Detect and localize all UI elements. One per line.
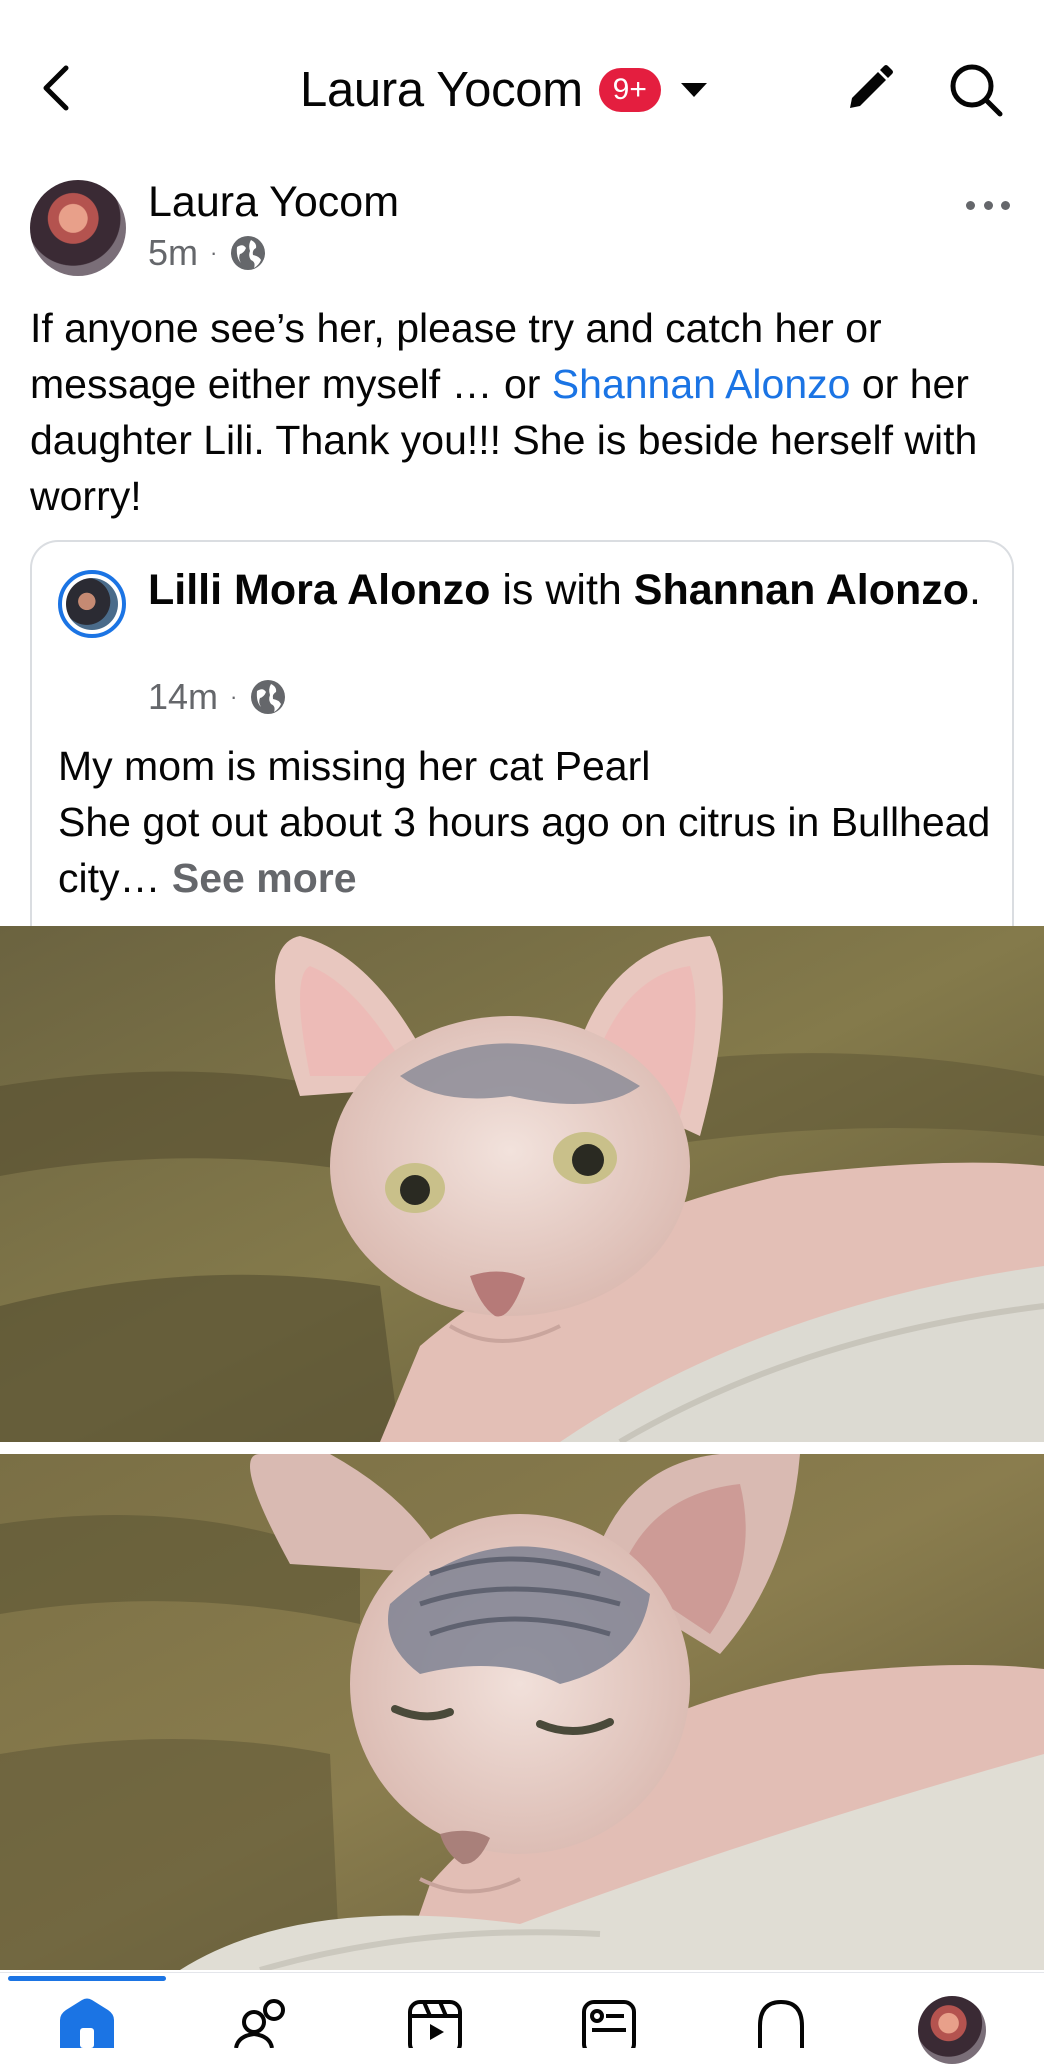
globe-icon (231, 236, 266, 270)
friends-icon (234, 1999, 285, 2049)
author-avatar[interactable] (30, 180, 126, 276)
post-time[interactable]: 5m (148, 232, 198, 274)
meta-separator: · (210, 240, 218, 265)
caret-down-icon (680, 83, 707, 97)
cat-image (0, 926, 1044, 1442)
post-meta: 5m · (148, 232, 267, 274)
notification-badge: 9+ (598, 68, 661, 112)
cat-image (0, 1454, 1044, 1970)
video-icon (408, 2000, 462, 2056)
post-text: If anyone see’s her, please try and catc… (30, 300, 1020, 524)
dot-icon (966, 200, 975, 210)
edit-button[interactable] (840, 62, 896, 118)
with-text: is with (490, 566, 634, 614)
cat-photo-1[interactable] (0, 926, 1044, 1442)
bell-icon (758, 1999, 804, 2048)
period: . (969, 566, 981, 614)
see-more-link[interactable]: See more (172, 855, 357, 901)
nav-notifications[interactable] (746, 1996, 816, 2048)
nav-home[interactable] (52, 1996, 122, 2048)
shared-post-text: My mom is missing her cat Pearl She got … (58, 738, 998, 906)
cat-photo-2[interactable] (0, 1454, 1044, 1970)
nav-marketplace[interactable] (574, 1996, 644, 2056)
nav-friends[interactable] (230, 1996, 300, 2049)
shared-post-meta: 14m · (148, 676, 287, 718)
nav-profile[interactable] (918, 1996, 988, 2064)
chevron-left-icon (43, 65, 69, 111)
meta-separator: · (230, 684, 238, 709)
bottom-navigation (0, 1972, 1044, 2049)
back-button[interactable] (30, 58, 86, 118)
shared-post-header: Lilli Mora Alonzo is with Shannan Alonzo… (148, 562, 988, 618)
dot-icon (1001, 200, 1010, 210)
home-icon (60, 1998, 114, 2048)
mention-link[interactable]: Shannan Alonzo (552, 361, 851, 407)
more-options-button[interactable] (966, 190, 1010, 220)
pencil-icon (850, 65, 893, 108)
post-author[interactable]: Laura Yocom (148, 178, 399, 227)
tagged-person[interactable]: Shannan Alonzo (634, 566, 969, 614)
nav-video[interactable] (400, 1996, 470, 2056)
shared-text-line: My mom is missing her cat Pearl (58, 743, 651, 789)
dot-icon (983, 200, 993, 210)
marketplace-icon (582, 2000, 636, 2056)
search-button[interactable] (946, 60, 1006, 120)
search-icon (950, 64, 1003, 117)
page-title: Laura Yocom (300, 63, 583, 117)
shared-post-time[interactable]: 14m (148, 676, 218, 718)
profile-avatar (918, 1996, 986, 2064)
shared-author[interactable]: Lilli Mora Alonzo (148, 566, 490, 614)
shared-author-avatar[interactable] (58, 570, 126, 638)
globe-icon (251, 680, 286, 714)
profile-title-dropdown[interactable]: Laura Yocom 9+ (300, 58, 707, 122)
active-tab-indicator (8, 1976, 166, 1981)
shared-text-line: She got out about 3 hours ago on citrus … (58, 794, 998, 906)
